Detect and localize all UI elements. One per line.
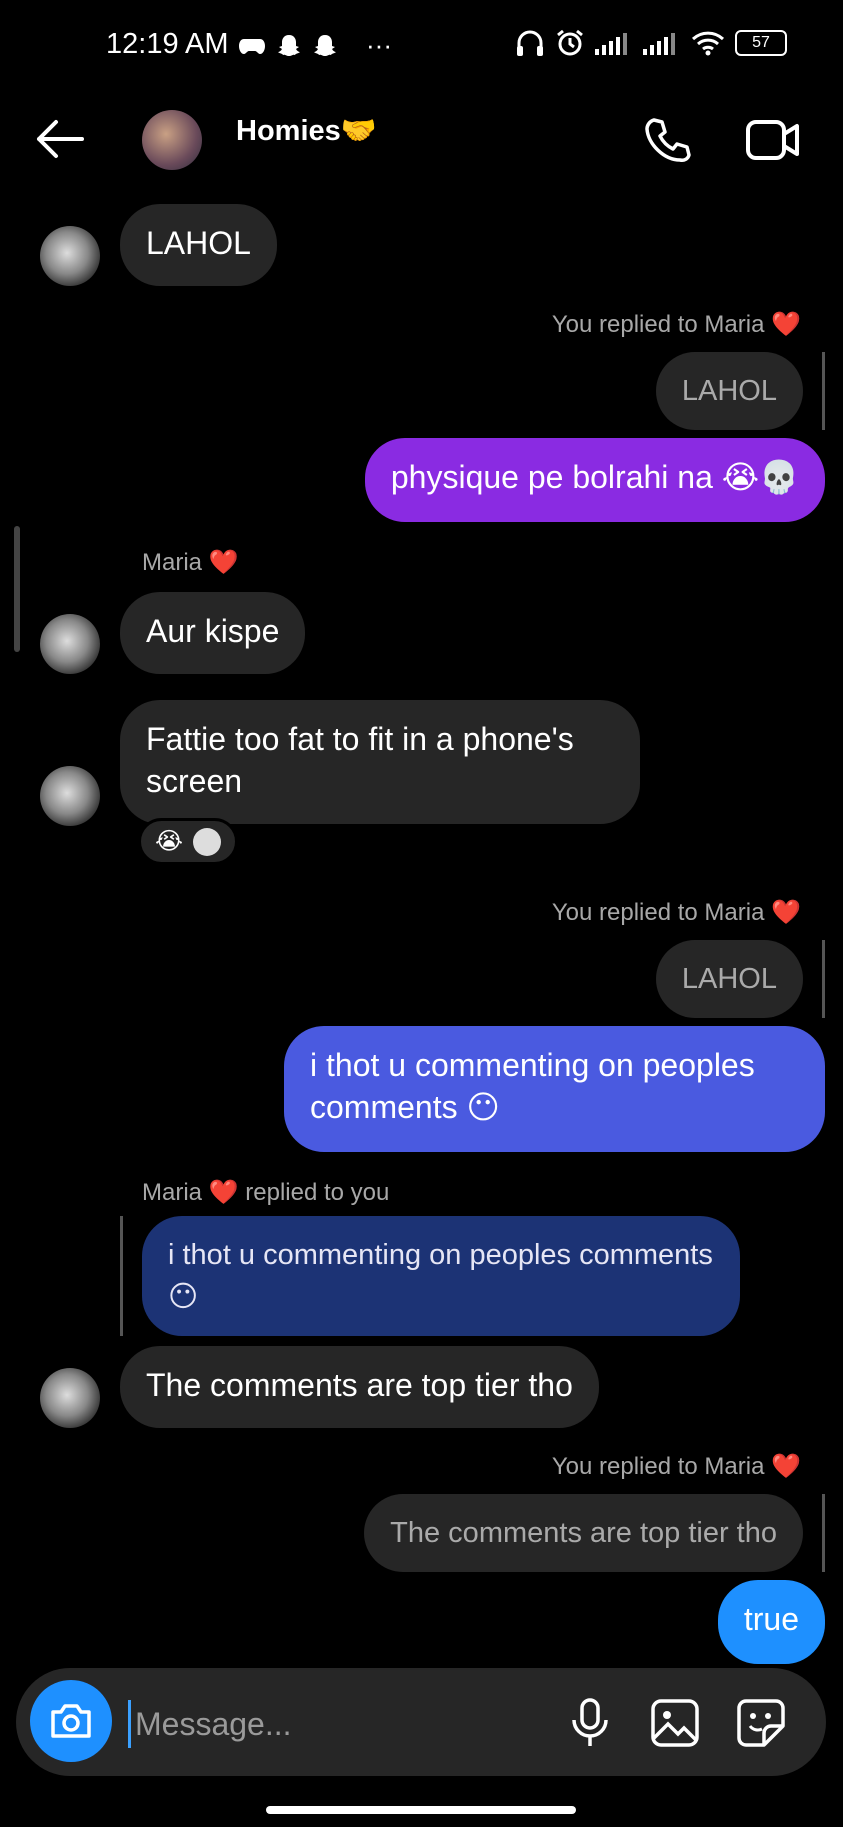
heart-icon: ❤️ — [771, 311, 801, 338]
signal-icon — [643, 33, 675, 55]
game-controller-icon — [239, 38, 265, 54]
alarm-icon — [557, 29, 583, 56]
gallery-button[interactable] — [650, 1698, 700, 1753]
snapchat-icon — [278, 34, 300, 56]
signal-icon — [595, 33, 627, 55]
message-reactions[interactable]: 😭 — [138, 818, 239, 865]
phone-icon — [645, 118, 691, 162]
reply-meta: You replied to Maria ❤️ — [552, 310, 801, 339]
quoted-message[interactable]: The comments are top tier tho — [364, 1494, 803, 1572]
camera-icon — [51, 1704, 91, 1738]
sticker-button[interactable] — [736, 1698, 786, 1753]
battery-icon: 57 — [735, 30, 787, 56]
reply-meta: You replied to Maria ❤️ — [552, 1452, 801, 1481]
back-arrow-icon — [37, 120, 84, 158]
message-input[interactable] — [128, 1700, 557, 1748]
camera-button[interactable] — [30, 1680, 112, 1762]
status-left-icons: ··· — [238, 30, 392, 61]
message-bubble[interactable]: i thot u commenting on peoples comments … — [284, 1026, 825, 1152]
avatar[interactable] — [40, 1368, 100, 1428]
video-camera-icon — [746, 120, 799, 160]
message-bubble[interactable]: true — [717, 1580, 825, 1664]
back-button[interactable] — [34, 118, 84, 165]
avatar[interactable] — [40, 226, 100, 286]
gallery-icon — [651, 1699, 699, 1747]
headphones-icon — [517, 30, 543, 56]
reaction-avatar — [193, 827, 222, 856]
quoted-message[interactable]: LAHOL — [655, 352, 803, 430]
message-bubble[interactable]: LAHOL — [120, 204, 277, 286]
reaction-emoji: 😭 — [155, 828, 184, 855]
group-avatar[interactable] — [142, 110, 202, 170]
heart-icon: ❤️ — [208, 549, 239, 576]
home-indicator[interactable] — [266, 1806, 576, 1814]
message-bubble[interactable]: Fattie too fat to fit in a phone's scree… — [120, 700, 640, 824]
reply-meta-text: You replied to Maria — [551, 1453, 765, 1480]
reply-bar — [822, 940, 825, 1018]
reply-meta: You replied to Maria ❤️ — [552, 898, 801, 927]
sender-name: Maria ❤️ — [142, 548, 239, 577]
status-time: 12:19 AM — [106, 28, 229, 60]
avatar[interactable] — [40, 766, 100, 826]
scroll-indicator — [14, 526, 20, 652]
wifi-icon — [691, 31, 725, 56]
battery-level: 57 — [752, 34, 770, 51]
message-bubble[interactable]: The comments are top tier tho — [120, 1346, 599, 1428]
reply-bar — [822, 352, 825, 430]
sticker-icon — [737, 1699, 785, 1747]
heart-icon: ❤️ — [208, 1179, 239, 1206]
reply-bar — [120, 1216, 123, 1336]
video-call-button[interactable] — [746, 118, 800, 167]
reply-bar — [822, 1494, 825, 1572]
sender-name-text: Maria — [142, 549, 203, 576]
message-bubble[interactable]: physique pe bolrahi na 😭💀 — [364, 438, 825, 522]
group-title[interactable]: Homies🤝 — [236, 114, 377, 148]
heart-icon: ❤️ — [771, 1453, 801, 1480]
reply-meta: Maria ❤️ replied to you — [142, 1178, 389, 1207]
status-right-icons: 57 — [515, 28, 787, 58]
reply-meta-suffix: replied to you — [245, 1179, 390, 1206]
quoted-message[interactable]: i thot u commenting on peoples comments … — [142, 1216, 740, 1336]
reply-meta-text: You replied to Maria — [551, 311, 765, 338]
audio-call-button[interactable] — [642, 116, 692, 171]
quoted-message[interactable]: LAHOL — [655, 940, 803, 1018]
snapchat-icon — [314, 34, 336, 56]
microphone-icon — [572, 1698, 608, 1746]
voice-message-button[interactable] — [568, 1698, 612, 1753]
more-notifications: ··· — [366, 30, 392, 60]
avatar[interactable] — [40, 614, 100, 674]
reply-meta-sender: Maria — [142, 1179, 203, 1206]
reply-meta-text: You replied to Maria — [551, 899, 765, 926]
message-bubble[interactable]: Aur kispe — [120, 592, 306, 674]
heart-icon: ❤️ — [771, 899, 801, 926]
